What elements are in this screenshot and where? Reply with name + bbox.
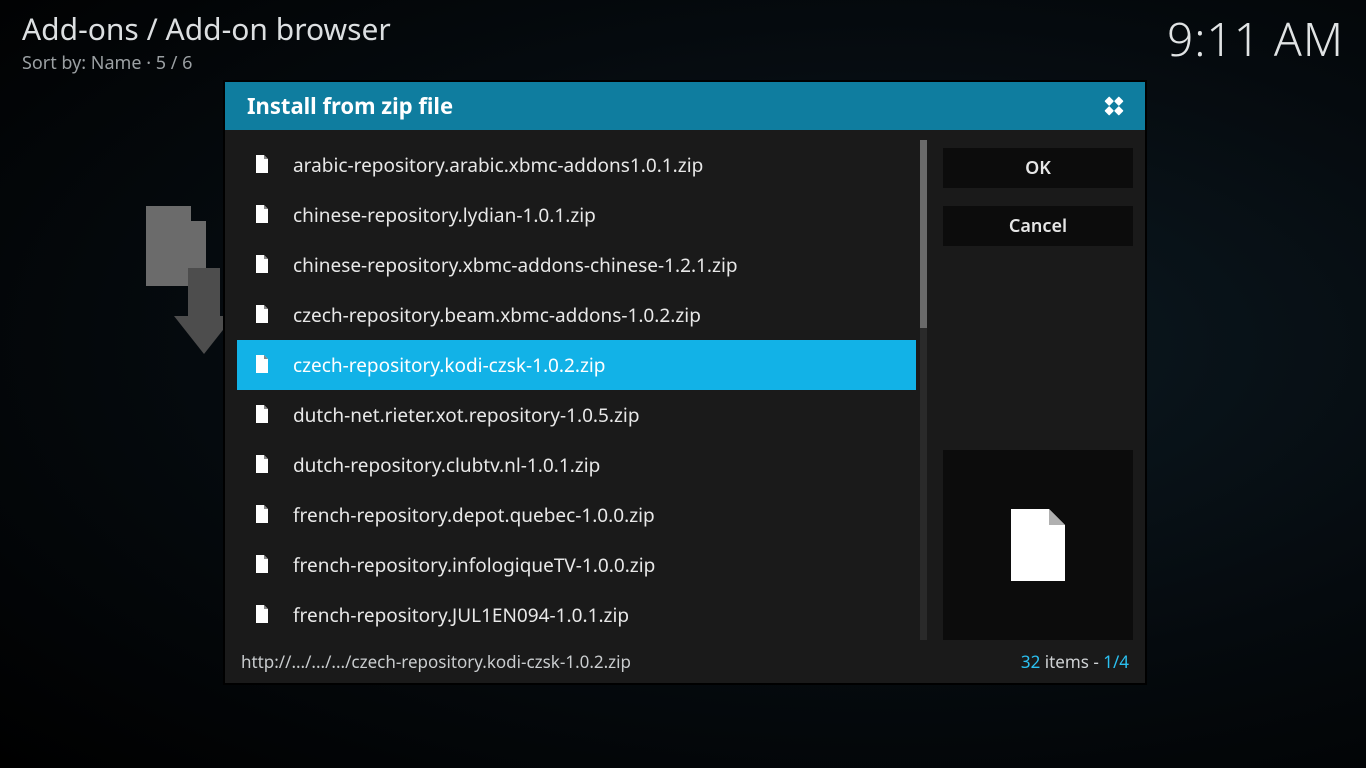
sort-info: Sort by: Name · 5 / 6 xyxy=(22,51,391,75)
file-icon xyxy=(255,455,271,475)
file-preview xyxy=(943,450,1133,640)
file-label: dutch-net.rieter.xot.repository-1.0.5.zi… xyxy=(293,402,640,428)
file-label: arabic-repository.arabic.xbmc-addons1.0.… xyxy=(293,152,703,178)
file-label: dutch-repository.clubtv.nl-1.0.1.zip xyxy=(293,452,600,478)
kodi-logo-icon xyxy=(1097,89,1131,123)
file-icon xyxy=(1007,507,1069,583)
file-row[interactable]: dutch-repository.clubtv.nl-1.0.1.zip xyxy=(237,440,916,490)
file-icon xyxy=(255,355,271,375)
file-label: french-repository.JUL1EN094-1.0.1.zip xyxy=(293,602,629,628)
file-icon xyxy=(255,555,271,575)
scrollbar[interactable] xyxy=(920,140,927,640)
ok-button[interactable]: OK xyxy=(943,148,1133,188)
scroll-thumb[interactable] xyxy=(920,140,927,328)
dialog-header: Install from zip file xyxy=(225,82,1145,130)
footer-count: 32 items - 1/4 xyxy=(1021,650,1129,673)
file-label: czech-repository.kodi-czsk-1.0.2.zip xyxy=(293,352,606,378)
file-row[interactable]: dutch-net.rieter.xot.repository-1.0.5.zi… xyxy=(237,390,916,440)
file-row[interactable]: chinese-repository.lydian-1.0.1.zip xyxy=(237,190,916,240)
breadcrumb: Add-ons / Add-on browser xyxy=(22,8,391,49)
file-row[interactable]: arabic-repository.arabic.xbmc-addons1.0.… xyxy=(237,140,916,190)
file-label: french-repository.infologiqueTV-1.0.0.zi… xyxy=(293,552,655,578)
file-row[interactable]: french-repository.infologiqueTV-1.0.0.zi… xyxy=(237,540,916,590)
file-label: czech-repository.beam.xbmc-addons-1.0.2.… xyxy=(293,302,701,328)
install-zip-dialog: Install from zip file arabic-repository.… xyxy=(225,82,1145,683)
file-label: chinese-repository.xbmc-addons-chinese-1… xyxy=(293,252,738,278)
file-row[interactable]: chinese-repository.xbmc-addons-chinese-1… xyxy=(237,240,916,290)
file-icon xyxy=(255,205,271,225)
footer-path: http://.../.../.../czech-repository.kodi… xyxy=(241,650,631,673)
file-row[interactable]: czech-repository.beam.xbmc-addons-1.0.2.… xyxy=(237,290,916,340)
file-icon xyxy=(255,405,271,425)
file-label: chinese-repository.lydian-1.0.1.zip xyxy=(293,202,596,228)
clock: 9:11 AM xyxy=(1167,8,1344,70)
file-icon xyxy=(255,505,271,525)
file-row[interactable]: czech-repository.kodi-czsk-1.0.2.zip xyxy=(237,340,916,390)
file-icon xyxy=(255,605,271,625)
file-row[interactable]: french-repository.depot.quebec-1.0.0.zip xyxy=(237,490,916,540)
file-label: french-repository.depot.quebec-1.0.0.zip xyxy=(293,502,655,528)
file-list[interactable]: arabic-repository.arabic.xbmc-addons1.0.… xyxy=(237,140,916,640)
file-icon xyxy=(255,255,271,275)
file-icon xyxy=(255,305,271,325)
file-icon xyxy=(255,155,271,175)
file-row[interactable]: french-repository.JUL1EN094-1.0.1.zip xyxy=(237,590,916,640)
dialog-title: Install from zip file xyxy=(247,91,1097,121)
cancel-button[interactable]: Cancel xyxy=(943,206,1133,246)
